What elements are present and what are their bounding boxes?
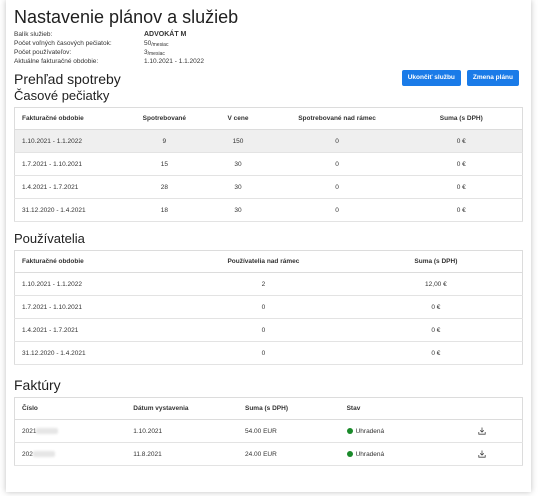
info-value: 50/mesiac xyxy=(144,40,169,48)
table-cell: 0 € xyxy=(400,129,523,153)
download-button[interactable] xyxy=(441,442,523,466)
table-row[interactable]: 31.12.2020 - 1.4.2021 18 30 0 0 € xyxy=(14,198,523,222)
table-cell: 0 € xyxy=(400,198,523,222)
table-cell: 2 xyxy=(177,272,350,296)
column-header: Fakturačné obdobie xyxy=(14,107,127,130)
info-value: 1.10.2021 - 1.1.2022 xyxy=(144,58,204,65)
info-row-users: Počet používateľov: 3/mesiac xyxy=(14,48,523,57)
plan-actions: Ukončiť službu Zmena plánu xyxy=(401,70,519,86)
invoice-status: Uhradená xyxy=(339,442,442,466)
table-cell: 0 € xyxy=(400,152,523,176)
invoice-status: Uhradená xyxy=(339,419,442,443)
info-row-stamps: Počet voľných časových pečiatok: 50/mesi… xyxy=(14,39,523,48)
invoices-title: Faktúry xyxy=(14,377,61,393)
table-cell: 1.10.2021 - 1.1.2022 xyxy=(14,272,178,296)
table-row[interactable]: 2021 1.10.2021 54.00 EUR Uhradená xyxy=(14,419,523,443)
column-header: Spotrebované nad rámec xyxy=(273,107,401,130)
table-row[interactable]: 1.4.2021 - 1.7.2021 28 30 0 0 € xyxy=(14,175,523,199)
table-cell: 0 € xyxy=(349,318,523,342)
stamps-table: Fakturačné obdobie Spotrebované V cene S… xyxy=(14,107,523,222)
table-cell: 0 xyxy=(273,175,401,199)
column-header: Suma (s DPH) xyxy=(238,397,340,420)
table-cell: 0 xyxy=(273,198,401,222)
invoice-number: 2021 xyxy=(14,419,127,443)
table-header-row: Fakturačné obdobie Používatelia nad ráme… xyxy=(14,250,523,273)
table-cell: 18 xyxy=(126,198,203,222)
table-cell: 0 € xyxy=(349,341,523,365)
table-row[interactable]: 1.4.2021 - 1.7.2021 0 0 € xyxy=(14,318,523,342)
page-title: Nastavenie plánov a služieb xyxy=(14,7,239,27)
table-row[interactable]: 1.7.2021 - 1.10.2021 0 0 € xyxy=(14,295,523,319)
table-cell: 30 xyxy=(202,198,274,222)
column-header: V cene xyxy=(202,107,274,130)
invoice-date: 11.8.2021 xyxy=(126,442,238,466)
invoice-number: 202 xyxy=(14,442,127,466)
table-row[interactable]: 1.7.2021 - 1.10.2021 15 30 0 0 € xyxy=(14,152,523,176)
invoice-date: 1.10.2021 xyxy=(126,419,238,443)
download-icon xyxy=(477,427,486,436)
table-cell: 0 € xyxy=(349,295,523,319)
table-header-row: Číslo Dátum vystavenia Suma (s DPH) Stav xyxy=(14,397,523,420)
table-row[interactable]: 1.10.2021 - 1.1.2022 9 150 0 0 € xyxy=(14,129,523,153)
table-cell: 1.4.2021 - 1.7.2021 xyxy=(14,175,127,199)
info-label: Aktuálne fakturačné obdobie: xyxy=(14,58,99,65)
column-header: Spotrebované xyxy=(126,107,203,130)
info-label: Počet používateľov: xyxy=(14,49,72,56)
status-dot-icon xyxy=(346,450,353,457)
redacted-mask xyxy=(32,450,55,457)
table-row[interactable]: 31.12.2020 - 1.4.2021 0 0 € xyxy=(14,341,523,365)
info-row-package: Balík služieb: ADVOKÁT M xyxy=(14,30,523,39)
column-header: Používatelia nad rámec xyxy=(177,250,350,273)
table-cell: 31.12.2020 - 1.4.2021 xyxy=(14,341,178,365)
table-cell: 31.12.2020 - 1.4.2021 xyxy=(14,198,127,222)
download-icon xyxy=(477,450,486,459)
info-label: Balík služieb: xyxy=(14,31,53,38)
settings-page: Nastavenie plánov a služieb Balík služie… xyxy=(6,0,531,492)
change-plan-button[interactable]: Zmena plánu xyxy=(466,70,519,86)
table-cell: 9 xyxy=(126,129,203,153)
column-header: Stav xyxy=(339,397,442,420)
column-header xyxy=(441,397,523,420)
column-header: Suma (s DPH) xyxy=(400,107,523,130)
table-cell: 0 xyxy=(177,318,350,342)
column-header: Číslo xyxy=(14,397,127,420)
column-header: Suma (s DPH) xyxy=(349,250,523,273)
status-dot-icon xyxy=(346,427,353,434)
download-button[interactable] xyxy=(441,419,523,443)
invoices-table: Číslo Dátum vystavenia Suma (s DPH) Stav… xyxy=(14,397,523,466)
table-cell: 30 xyxy=(202,175,274,199)
table-cell: 1.7.2021 - 1.10.2021 xyxy=(14,152,127,176)
table-cell: 12,00 € xyxy=(349,272,523,296)
table-cell: 150 xyxy=(202,129,274,153)
table-cell: 0 € xyxy=(400,175,523,199)
invoice-amount: 54.00 EUR xyxy=(238,419,340,443)
table-cell: 30 xyxy=(202,152,274,176)
info-value: 3/mesiac xyxy=(144,49,165,57)
table-row[interactable]: 202 11.8.2021 24.00 EUR Uhradená xyxy=(14,442,523,466)
info-row-period: Aktuálne fakturačné obdobie: 1.10.2021 -… xyxy=(14,57,523,66)
table-cell: 0 xyxy=(273,152,401,176)
redacted-mask xyxy=(36,427,59,434)
info-label: Počet voľných časových pečiatok: xyxy=(14,40,112,47)
column-header: Dátum vystavenia xyxy=(126,397,238,420)
users-title: Používatelia xyxy=(14,231,85,246)
column-header: Fakturačné obdobie xyxy=(14,250,178,273)
stamps-title: Časové pečiatky xyxy=(14,88,110,103)
table-cell: 0 xyxy=(273,129,401,153)
table-cell: 15 xyxy=(126,152,203,176)
info-value: ADVOKÁT M xyxy=(144,31,187,38)
table-cell: 1.7.2021 - 1.10.2021 xyxy=(14,295,178,319)
invoice-amount: 24.00 EUR xyxy=(238,442,340,466)
table-cell: 0 xyxy=(177,295,350,319)
users-table: Fakturačné obdobie Používatelia nad ráme… xyxy=(14,250,523,365)
plan-info: Balík služieb: ADVOKÁT M Počet voľných č… xyxy=(14,30,523,66)
table-cell: 28 xyxy=(126,175,203,199)
table-cell: 0 xyxy=(177,341,350,365)
table-row[interactable]: 1.10.2021 - 1.1.2022 2 12,00 € xyxy=(14,272,523,296)
table-cell: 1.4.2021 - 1.7.2021 xyxy=(14,318,178,342)
cancel-service-button[interactable]: Ukončiť službu xyxy=(401,70,461,86)
table-cell: 1.10.2021 - 1.1.2022 xyxy=(14,129,127,153)
table-header-row: Fakturačné obdobie Spotrebované V cene S… xyxy=(14,107,523,130)
